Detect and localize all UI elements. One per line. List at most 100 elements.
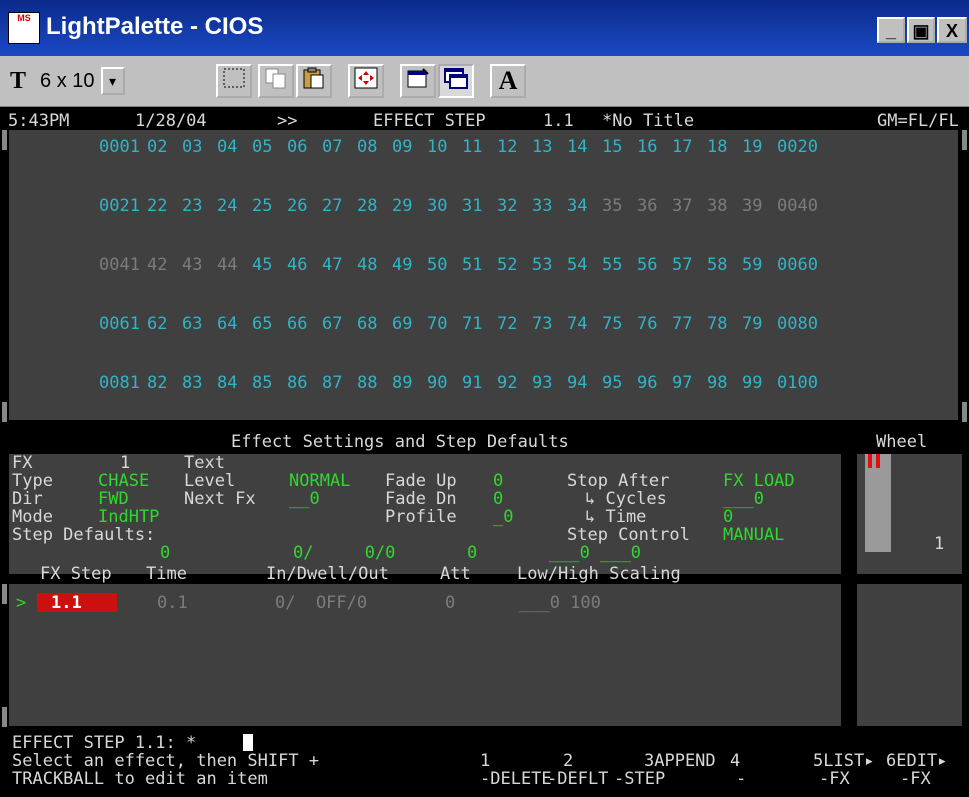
channel-77[interactable]: 77 — [672, 315, 692, 333]
stop-after-value[interactable]: FX LOAD — [723, 472, 795, 490]
channel-36[interactable]: 36 — [637, 197, 657, 215]
channel-0060[interactable]: 0060 — [777, 256, 818, 274]
channel-44[interactable]: 44 — [217, 256, 237, 274]
next-fx-value[interactable]: __0 — [289, 490, 320, 508]
channel-0001[interactable]: 0001 — [99, 138, 140, 156]
channel-75[interactable]: 75 — [602, 315, 622, 333]
channel-47[interactable]: 47 — [322, 256, 342, 274]
channel-92[interactable]: 92 — [497, 374, 517, 392]
channel-45[interactable]: 45 — [252, 256, 272, 274]
channel-76[interactable]: 76 — [637, 315, 657, 333]
channel-63[interactable]: 63 — [182, 315, 202, 333]
channel-05[interactable]: 05 — [252, 138, 272, 156]
channel-32[interactable]: 32 — [497, 197, 517, 215]
channel-49[interactable]: 49 — [392, 256, 412, 274]
cycles-value[interactable]: ___0 — [723, 490, 764, 508]
channel-0020[interactable]: 0020 — [777, 138, 818, 156]
channel-0021[interactable]: 0021 — [99, 197, 140, 215]
channel-18[interactable]: 18 — [707, 138, 727, 156]
fx-value[interactable]: 1 — [120, 454, 130, 472]
channel-27[interactable]: 27 — [322, 197, 342, 215]
channel-53[interactable]: 53 — [532, 256, 552, 274]
channel-89[interactable]: 89 — [392, 374, 412, 392]
channel-42[interactable]: 42 — [147, 256, 167, 274]
channel-33[interactable]: 33 — [532, 197, 552, 215]
type-value[interactable]: CHASE — [98, 472, 149, 490]
channel-39[interactable]: 39 — [742, 197, 762, 215]
softkey-5[interactable]: 5LIST▸ -FX — [813, 752, 879, 788]
command-line[interactable]: EFFECT STEP 1.1: * — [12, 734, 196, 752]
channel-25[interactable]: 25 — [252, 197, 272, 215]
table-row[interactable]: > 1.1 0.1 0/ OFF/0 0 ___0 100 — [9, 593, 831, 613]
channel-08[interactable]: 08 — [357, 138, 377, 156]
channel-93[interactable]: 93 — [532, 374, 552, 392]
channel-28[interactable]: 28 — [357, 197, 377, 215]
close-button[interactable]: X — [937, 17, 967, 43]
font-button[interactable]: A — [490, 64, 526, 98]
channel-29[interactable]: 29 — [392, 197, 412, 215]
fade-dn-value[interactable]: 0 — [493, 490, 503, 508]
softkey-1[interactable]: 1 -DELETE — [480, 752, 552, 788]
channel-50[interactable]: 50 — [427, 256, 447, 274]
channel-06[interactable]: 06 — [287, 138, 307, 156]
channel-11[interactable]: 11 — [462, 138, 482, 156]
channel-97[interactable]: 97 — [672, 374, 692, 392]
channel-88[interactable]: 88 — [357, 374, 377, 392]
channel-37[interactable]: 37 — [672, 197, 692, 215]
channel-85[interactable]: 85 — [252, 374, 272, 392]
maximize-button[interactable]: ▣ — [907, 17, 935, 43]
channel-55[interactable]: 55 — [602, 256, 622, 274]
channel-17[interactable]: 17 — [672, 138, 692, 156]
profile-value[interactable]: _0 — [493, 508, 513, 526]
channel-58[interactable]: 58 — [707, 256, 727, 274]
channel-07[interactable]: 07 — [322, 138, 342, 156]
channel-16[interactable]: 16 — [637, 138, 657, 156]
channel-65[interactable]: 65 — [252, 315, 272, 333]
step-defaults-values[interactable]: 0 0/ 0/0 0 ___0 ___0 — [160, 544, 641, 562]
channel-73[interactable]: 73 — [532, 315, 552, 333]
channel-35[interactable]: 35 — [602, 197, 622, 215]
channel-38[interactable]: 38 — [707, 197, 727, 215]
channel-0100[interactable]: 0100 — [777, 374, 818, 392]
channel-34[interactable]: 34 — [567, 197, 587, 215]
channel-69[interactable]: 69 — [392, 315, 412, 333]
channel-48[interactable]: 48 — [357, 256, 377, 274]
channel-64[interactable]: 64 — [217, 315, 237, 333]
channel-0061[interactable]: 0061 — [99, 315, 140, 333]
select-button[interactable] — [216, 64, 252, 98]
channel-31[interactable]: 31 — [462, 197, 482, 215]
channel-96[interactable]: 96 — [637, 374, 657, 392]
channel-56[interactable]: 56 — [637, 256, 657, 274]
channel-0040[interactable]: 0040 — [777, 197, 818, 215]
step-control-value[interactable]: MANUAL — [723, 526, 784, 544]
softkey-6[interactable]: 6EDIT▸ -FX — [886, 752, 966, 788]
channel-95[interactable]: 95 — [602, 374, 622, 392]
channel-68[interactable]: 68 — [357, 315, 377, 333]
row-att[interactable]: 0 — [445, 594, 455, 612]
channel-14[interactable]: 14 — [567, 138, 587, 156]
time-value[interactable]: 0 — [723, 508, 733, 526]
channel-70[interactable]: 70 — [427, 315, 447, 333]
softkey-3[interactable]: 3APPEND -STEP — [614, 752, 716, 788]
channel-10[interactable]: 10 — [427, 138, 447, 156]
fade-up-value[interactable]: 0 — [493, 472, 503, 490]
channel-24[interactable]: 24 — [217, 197, 237, 215]
channel-46[interactable]: 46 — [287, 256, 307, 274]
level-value[interactable]: NORMAL — [289, 472, 350, 490]
softkey-4[interactable]: 4 - — [700, 752, 746, 788]
chevron-down-icon[interactable]: ▾ — [100, 67, 125, 95]
minimize-button[interactable]: _ — [877, 17, 905, 43]
channel-57[interactable]: 57 — [672, 256, 692, 274]
channel-72[interactable]: 72 — [497, 315, 517, 333]
channel-66[interactable]: 66 — [287, 315, 307, 333]
channel-91[interactable]: 91 — [462, 374, 482, 392]
channel-90[interactable]: 90 — [427, 374, 447, 392]
channel-12[interactable]: 12 — [497, 138, 517, 156]
channel-84[interactable]: 84 — [217, 374, 237, 392]
wheel-slider[interactable] — [865, 454, 891, 552]
channel-99[interactable]: 99 — [742, 374, 762, 392]
channel-87[interactable]: 87 — [322, 374, 342, 392]
mode-value[interactable]: IndHTP — [98, 508, 159, 526]
channel-54[interactable]: 54 — [567, 256, 587, 274]
row-in-dwell-out[interactable]: 0/ OFF/0 — [275, 594, 367, 612]
